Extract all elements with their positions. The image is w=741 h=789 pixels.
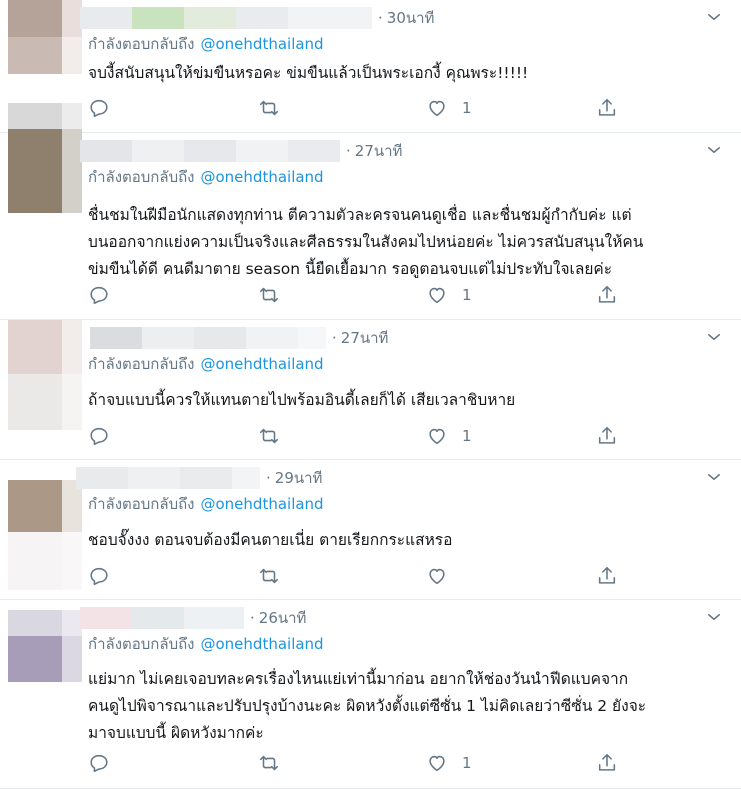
chevron-down-icon[interactable] xyxy=(705,8,723,26)
tweet-actions: 1 xyxy=(88,425,648,447)
retweet-icon xyxy=(259,568,279,584)
tweet-actions: 1 xyxy=(88,97,648,119)
retweet-button[interactable] xyxy=(258,752,280,774)
tweet-header: · 27นาที xyxy=(80,139,402,163)
like-icon xyxy=(429,568,445,585)
like-icon xyxy=(429,755,445,772)
reply-button[interactable] xyxy=(88,97,110,119)
share-icon xyxy=(598,426,616,444)
like-icon xyxy=(429,287,445,304)
reply-handle-link[interactable]: @onehdthailand xyxy=(201,35,324,53)
like-button[interactable]: 1 xyxy=(426,284,472,306)
tweet-timestamp[interactable]: · 26นาที xyxy=(250,606,306,630)
reply-handle-link[interactable]: @onehdthailand xyxy=(201,168,324,186)
tweet-timestamp[interactable]: · 29นาที xyxy=(266,466,322,490)
share-icon xyxy=(598,566,616,584)
like-count: 1 xyxy=(462,754,472,772)
replying-to: กำลังตอบกลับถึง @onehdthailand xyxy=(88,495,324,513)
share-button[interactable] xyxy=(596,97,618,119)
tweet-actions: 1 xyxy=(88,752,648,774)
tweet-reply[interactable]: · 30นาที กำลังตอบกลับถึง @onehdthailand จบ… xyxy=(0,0,741,133)
tweet-reply[interactable]: · 27นาที กำลังตอบกลับถึง @onehdthailand ชื… xyxy=(0,103,741,320)
tweet-actions xyxy=(88,565,648,587)
reply-icon xyxy=(90,99,108,118)
like-icon xyxy=(429,428,445,445)
avatar[interactable] xyxy=(8,0,82,74)
share-icon xyxy=(598,753,616,771)
chevron-down-icon[interactable] xyxy=(705,608,723,626)
tweet-text: ถ้าจบแบบนี้ควรให้แทนตายไปพร้อมอินดี้เลยก… xyxy=(88,391,516,409)
reply-handle-link[interactable]: @onehdthailand xyxy=(201,635,324,653)
like-button[interactable]: 1 xyxy=(426,752,472,774)
share-button[interactable] xyxy=(596,752,618,774)
reply-button[interactable] xyxy=(88,425,110,447)
reply-icon xyxy=(90,567,108,586)
tweet-timestamp[interactable]: · 30นาที xyxy=(378,6,434,30)
avatar[interactable] xyxy=(8,610,82,682)
like-button[interactable] xyxy=(426,565,462,587)
retweet-icon xyxy=(259,755,279,771)
like-count: 1 xyxy=(462,286,472,304)
share-icon xyxy=(598,285,616,303)
reply-icon xyxy=(90,427,108,446)
retweet-button[interactable] xyxy=(258,284,280,306)
chevron-down-icon[interactable] xyxy=(705,141,723,159)
tweet-text: แย่มาก ไม่เคยเจอบทละครเรื่องไหนแย่เท่านี… xyxy=(88,670,647,742)
tweet-reply[interactable]: · 27นาที กำลังตอบกลับถึง @onehdthailand ถ้… xyxy=(0,320,741,460)
replying-to: กำลังตอบกลับถึง @onehdthailand xyxy=(88,355,324,373)
tweet-header: · 30นาที xyxy=(80,6,434,30)
reply-button[interactable] xyxy=(88,752,110,774)
retweet-icon xyxy=(259,100,279,116)
share-button[interactable] xyxy=(596,284,618,306)
like-button[interactable]: 1 xyxy=(426,425,472,447)
reply-button[interactable] xyxy=(88,284,110,306)
tweet-timestamp[interactable]: · 27นาที xyxy=(332,326,388,350)
retweet-button[interactable] xyxy=(258,425,280,447)
like-icon xyxy=(429,100,445,117)
chevron-down-icon[interactable] xyxy=(705,328,723,346)
retweet-button[interactable] xyxy=(258,97,280,119)
replying-to: กำลังตอบกลับถึง @onehdthailand xyxy=(88,168,324,186)
tweet-actions: 1 xyxy=(88,284,648,306)
tweet-text: ชอบจั๊งงง ตอนจบต้องมีคนตายเนี่ย ตายเรียก… xyxy=(88,531,453,549)
avatar[interactable] xyxy=(8,320,82,430)
avatar[interactable] xyxy=(8,103,82,213)
reply-handle-link[interactable]: @onehdthailand xyxy=(201,495,324,513)
tweet-timestamp[interactable]: · 27นาที xyxy=(346,139,402,163)
reply-icon xyxy=(90,286,108,305)
reply-button[interactable] xyxy=(88,565,110,587)
tweet-reply[interactable]: · 29นาที กำลังตอบกลับถึง @onehdthailand ชอ… xyxy=(0,460,741,600)
tweet-header: · 27นาที xyxy=(90,326,388,350)
retweet-icon xyxy=(259,428,279,444)
share-icon xyxy=(598,98,616,116)
like-count: 1 xyxy=(462,99,472,117)
share-button[interactable] xyxy=(596,425,618,447)
retweet-button[interactable] xyxy=(258,565,280,587)
replying-to: กำลังตอบกลับถึง @onehdthailand xyxy=(88,635,324,653)
like-count: 1 xyxy=(462,427,472,445)
chevron-down-icon[interactable] xyxy=(705,468,723,486)
retweet-icon xyxy=(259,287,279,303)
tweet-header: · 29นาที xyxy=(76,466,322,490)
reply-handle-link[interactable]: @onehdthailand xyxy=(201,355,324,373)
tweet-text: ชื่นชมในฝีมือนักแสดงทุกท่าน ตีความตัวละค… xyxy=(88,206,644,278)
tweet-header: · 26นาที xyxy=(80,606,306,630)
replying-to: กำลังตอบกลับถึง @onehdthailand xyxy=(88,35,324,53)
share-button[interactable] xyxy=(596,565,618,587)
tweet-text: จบงี้สนับสนุนให้ข่มขืนหรอคะ ข่มขืนแล้วเป… xyxy=(88,64,529,82)
avatar[interactable] xyxy=(8,480,82,590)
reply-icon xyxy=(90,754,108,773)
like-button[interactable]: 1 xyxy=(426,97,472,119)
tweet-reply[interactable]: · 26นาที กำลังตอบกลับถึง @onehdthailand แย… xyxy=(0,600,741,789)
